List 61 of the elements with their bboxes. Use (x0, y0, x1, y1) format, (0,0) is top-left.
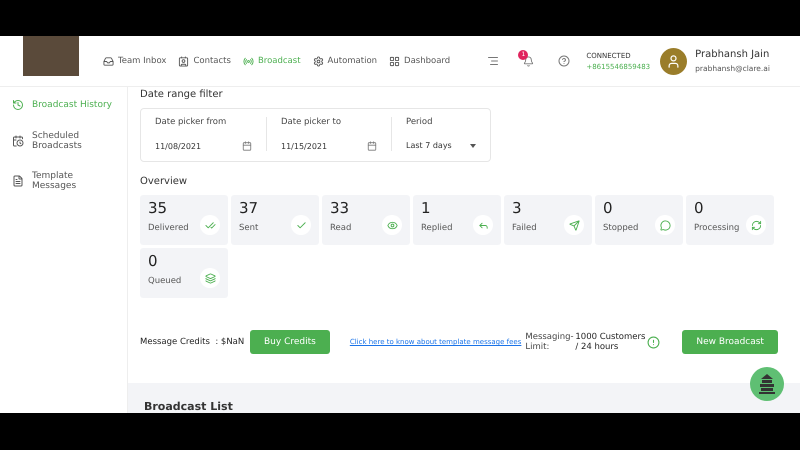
avatar-icon (660, 48, 688, 74)
chat-bubble-icon (655, 215, 675, 235)
broadcast-icon (242, 56, 254, 66)
section-title: Date range filter (140, 89, 224, 100)
bell-icon[interactable] (523, 56, 534, 66)
field-label: Date picker from (155, 117, 228, 127)
stat-value: 0 (694, 199, 705, 217)
limit-value: 1000 Customers / 24 hours (575, 332, 646, 352)
stat-value: 3 (512, 199, 523, 217)
chat-launcher-icon[interactable] (750, 367, 784, 401)
stat-value: 0 (603, 199, 614, 217)
send-icon (564, 215, 584, 235)
calendar-clock-icon (12, 135, 24, 147)
stat-label: Failed (512, 223, 538, 233)
eye-icon (382, 215, 402, 235)
logo-photo-placeholder (23, 36, 79, 76)
nav-link[interactable]: Dashboard (389, 56, 450, 66)
stat-value: 33 (330, 199, 350, 217)
user-name: Prabhansh Jain (695, 49, 770, 60)
grid-icon (389, 56, 400, 66)
stat-value: 37 (239, 199, 260, 217)
menu-icon[interactable] (487, 55, 500, 67)
stat-value: 0 (148, 252, 159, 270)
stat-label: Stopped (603, 223, 640, 233)
field-label: Period (406, 117, 434, 127)
sidebar-item[interactable]: Template Messages (0, 171, 127, 191)
document-icon (12, 175, 24, 187)
calendar-icon (367, 141, 377, 151)
history-icon (12, 99, 24, 111)
date-field[interactable]: 11/15/2021 (281, 141, 377, 151)
section-title: Overview (140, 176, 188, 187)
stat-value: 35 (148, 199, 168, 217)
stat-label: Sent (239, 223, 260, 233)
date-field[interactable]: 11/08/2021 (155, 141, 252, 151)
stat-label: Delivered (148, 223, 190, 233)
gear-icon (312, 56, 324, 66)
period-dropdown[interactable]: Last 7 days (406, 141, 476, 150)
inbox-icon (103, 56, 114, 66)
calendar-icon (242, 141, 252, 151)
nav-link[interactable]: Contacts (178, 56, 231, 66)
stat-label: Replied (421, 223, 454, 233)
alert-icon (647, 336, 660, 348)
stat-value: 1 (421, 199, 432, 217)
help-icon[interactable] (558, 55, 570, 67)
double-check-icon (200, 215, 220, 235)
nav-link[interactable]: Automation (312, 56, 378, 66)
limit-label: Messaging-Limit: (525, 332, 575, 352)
list-title: Broadcast List (144, 400, 233, 413)
caret-icon (470, 144, 476, 148)
credits-text: Message Credits : $NaN (140, 337, 246, 347)
field-label: Date picker to (281, 117, 342, 127)
contact-card-icon (178, 56, 190, 66)
reply-icon (473, 215, 493, 235)
sidebar-item[interactable]: Scheduled Broadcasts (0, 131, 127, 151)
stat-label: Queued (148, 276, 182, 286)
stat-label: Read (330, 223, 352, 233)
check-icon (291, 215, 311, 235)
stat-label: Processing (694, 223, 740, 233)
stack-icon (200, 268, 220, 288)
nav-link[interactable]: Team Inbox (103, 56, 166, 66)
refresh-icon (746, 215, 766, 235)
